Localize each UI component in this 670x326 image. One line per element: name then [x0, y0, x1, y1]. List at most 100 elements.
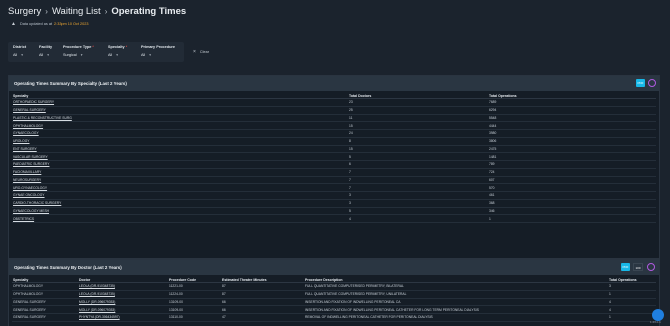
table-row[interactable]: GENERAL SURGERY PHYNTYA (DR-306434597) 131… [12, 313, 656, 322]
filter-facility[interactable]: Facility All ▾ [39, 45, 52, 57]
table-row[interactable]: FACIOMAXILLARY 7 724 [12, 168, 656, 177]
table-row[interactable]: GENERAL SURGERY MOLLY (DR-096079353) 13109… [12, 298, 656, 307]
table-cell: 87 [221, 290, 304, 299]
breadcrumb-separator-icon: › [45, 7, 48, 16]
breadcrumb-waiting-list[interactable]: Waiting List [52, 6, 101, 17]
filter-district[interactable]: District All ▾ [13, 45, 26, 57]
table-row[interactable]: GYNAE ONCOLOGY 3 461 [12, 191, 656, 200]
updated-time: 2:33pm 10 Oct 2023 [54, 22, 89, 26]
table-cell[interactable]: OPHTHALMOLOGY [12, 121, 348, 130]
table-cell: 25 [348, 106, 488, 115]
table-cell[interactable]: OBSTETRICS [12, 214, 348, 223]
table-cell[interactable]: GENERAL SURGERY [12, 106, 348, 115]
export-pdf-button[interactable]: PDF [636, 79, 645, 87]
filter-value: Surgical [63, 53, 77, 57]
table-cell: 4 [348, 214, 488, 223]
table-row[interactable]: OBSTETRICS 4 1 [12, 214, 656, 223]
table-row[interactable]: OPHTHALMOLOGY LEOLA (DR-910348735) 11224-0… [12, 290, 656, 299]
table-row[interactable]: OPHTHALMOLOGY LEOLA (DR-910348735) 11221-0… [12, 282, 656, 291]
doctor-table: Specialty Doctor Procedure Code Estimate… [12, 277, 656, 322]
filter-primary-procedure[interactable]: Primary Procedure All ▾ [141, 45, 175, 57]
table-cell: 4444 [488, 121, 656, 130]
table-cell[interactable]: GYNAE ONCOLOGY [12, 191, 348, 200]
table-cell[interactable]: GYNAECOLOGY MESH [12, 207, 348, 216]
chevron-down-icon: ▾ [47, 53, 49, 57]
table-cell: 607 [488, 176, 656, 185]
table-cell[interactable]: LEOLA (DR-910348735) [78, 290, 168, 299]
clear-filters-button[interactable]: × Clear [193, 49, 209, 55]
table-row[interactable]: VASCULAR SURGERY 5 1481 [12, 152, 656, 161]
breadcrumb: Surgery › Waiting List › Operating Times [8, 6, 186, 17]
table-cell[interactable]: GYNAECOLOGY [12, 129, 348, 138]
filter-procedure-type[interactable]: Procedure Type* Surgical ▾ [63, 45, 94, 57]
table-row[interactable]: GENERAL SURGERY MOLLY (DR-096079353) 13109… [12, 305, 656, 314]
clear-label: Clear [199, 50, 209, 54]
table-row[interactable]: GYNAECOLOGY MESH 5 346 [12, 207, 656, 216]
table-cell: 11224-00 [168, 290, 221, 299]
table-cell[interactable]: PHYNTYA (DR-306434597) [78, 313, 168, 322]
table-row[interactable]: OPHTHALMOLOGY 15 4444 [12, 121, 656, 130]
table-cell: GENERAL SURGERY [12, 298, 78, 307]
updated-prefix: Data updated as at [19, 22, 53, 26]
table-cell[interactable]: LEOLA (DR-910348735) [78, 282, 168, 291]
table-cell: 3 [348, 191, 488, 200]
table-cell: 3806 [488, 137, 656, 146]
table-row[interactable]: ENT SURGERY 15 2475 [12, 145, 656, 154]
table-row[interactable]: GYNAECOLOGY 24 3980 [12, 129, 656, 138]
table-cell: 23 [348, 98, 488, 107]
table-cell[interactable]: FACIOMAXILLARY [12, 168, 348, 177]
table-row[interactable]: PAEDIATRIC SURGERY 6 789 [12, 160, 656, 169]
table-cell: 13109-00 [168, 305, 221, 314]
table-cell[interactable]: CARDIO-THORACIC SURGERY [12, 199, 348, 208]
table-row[interactable]: UROLOGY 8 3806 [12, 137, 656, 146]
breadcrumb-surgery[interactable]: Surgery [8, 6, 41, 17]
table-cell: 3 [608, 282, 656, 291]
table-cell: 11221-00 [168, 282, 221, 291]
table-cell[interactable]: URO-GYNAECOLOGY [12, 183, 348, 192]
table-row[interactable]: GENERAL SURGERY 25 6294 [12, 106, 656, 115]
table-cell: 5 [348, 207, 488, 216]
table-cell: 8 [348, 137, 488, 146]
chevron-down-icon: ▾ [149, 53, 151, 57]
table-cell[interactable]: MOLLY (DR-096079353) [78, 298, 168, 307]
table-row[interactable]: CARDIO-THORACIC SURGERY 3 368 [12, 199, 656, 208]
table-row[interactable]: URO-GYNAECOLOGY 7 570 [12, 183, 656, 192]
table-row[interactable]: NEUROSURGERY 7 607 [12, 176, 656, 185]
panel-header: Operating Times Summary By Specialty (La… [9, 76, 659, 91]
filter-label: Facility [39, 45, 53, 49]
table-cell: GENERAL SURGERY [12, 313, 78, 322]
table-cell[interactable]: VASCULAR SURGERY [12, 152, 348, 161]
table-cell[interactable]: UROLOGY [12, 137, 348, 146]
page-size-button[interactable]: 100 [633, 263, 643, 271]
table-cell: 368 [488, 199, 656, 208]
required-asterisk-icon: * [92, 45, 94, 49]
table-cell: 6294 [488, 106, 656, 115]
table-cell: 6 [348, 160, 488, 169]
refresh-icon[interactable] [647, 263, 655, 271]
table-cell[interactable]: PAEDIATRIC SURGERY [12, 160, 348, 169]
table-cell[interactable]: MOLLY (DR-096079353) [78, 305, 168, 314]
filter-value: All [141, 53, 146, 57]
warning-icon: ▲ [11, 21, 16, 27]
chevron-down-icon: ▾ [116, 53, 118, 57]
filter-value: All [39, 53, 44, 57]
specialty-table: Specialty Total Doctors Total Operations… [12, 93, 656, 223]
filter-label: Procedure Type* [63, 45, 94, 49]
table-cell: 4 [608, 305, 656, 314]
table-cell[interactable]: NEUROSURGERY [12, 176, 348, 185]
chevron-down-icon: ▾ [21, 53, 23, 57]
table-cell[interactable]: ENT SURGERY [12, 145, 348, 154]
panel-title: Operating Times Summary By Doctor (Last … [14, 265, 122, 270]
table-cell[interactable]: PLASTIC & RECONSTRUCTIVE SURG [12, 114, 348, 123]
export-pdf-button[interactable]: PDF [621, 263, 630, 271]
table-cell: FULL QUANTITATIVE COMPUTERISED PERIMETRY… [304, 290, 608, 299]
required-asterisk-icon: * [125, 45, 128, 49]
table-cell: OPHTHALMOLOGY [12, 282, 78, 291]
filter-specialty[interactable]: Specialty* All ▾ [108, 45, 127, 57]
table-row[interactable]: ORTHOPAEDIC SURGERY 23 7689 [12, 98, 656, 107]
table-cell[interactable]: ORTHOPAEDIC SURGERY [12, 98, 348, 107]
table-cell: REMOVAL OF INDWELLING PERITONEAL CATHETE… [304, 313, 608, 322]
table-row[interactable]: PLASTIC & RECONSTRUCTIVE SURG 11 5548 [12, 114, 656, 123]
table-cell: INSERTION AND FIXATION OF INDWELLING PER… [304, 305, 608, 314]
refresh-icon[interactable] [648, 79, 656, 87]
